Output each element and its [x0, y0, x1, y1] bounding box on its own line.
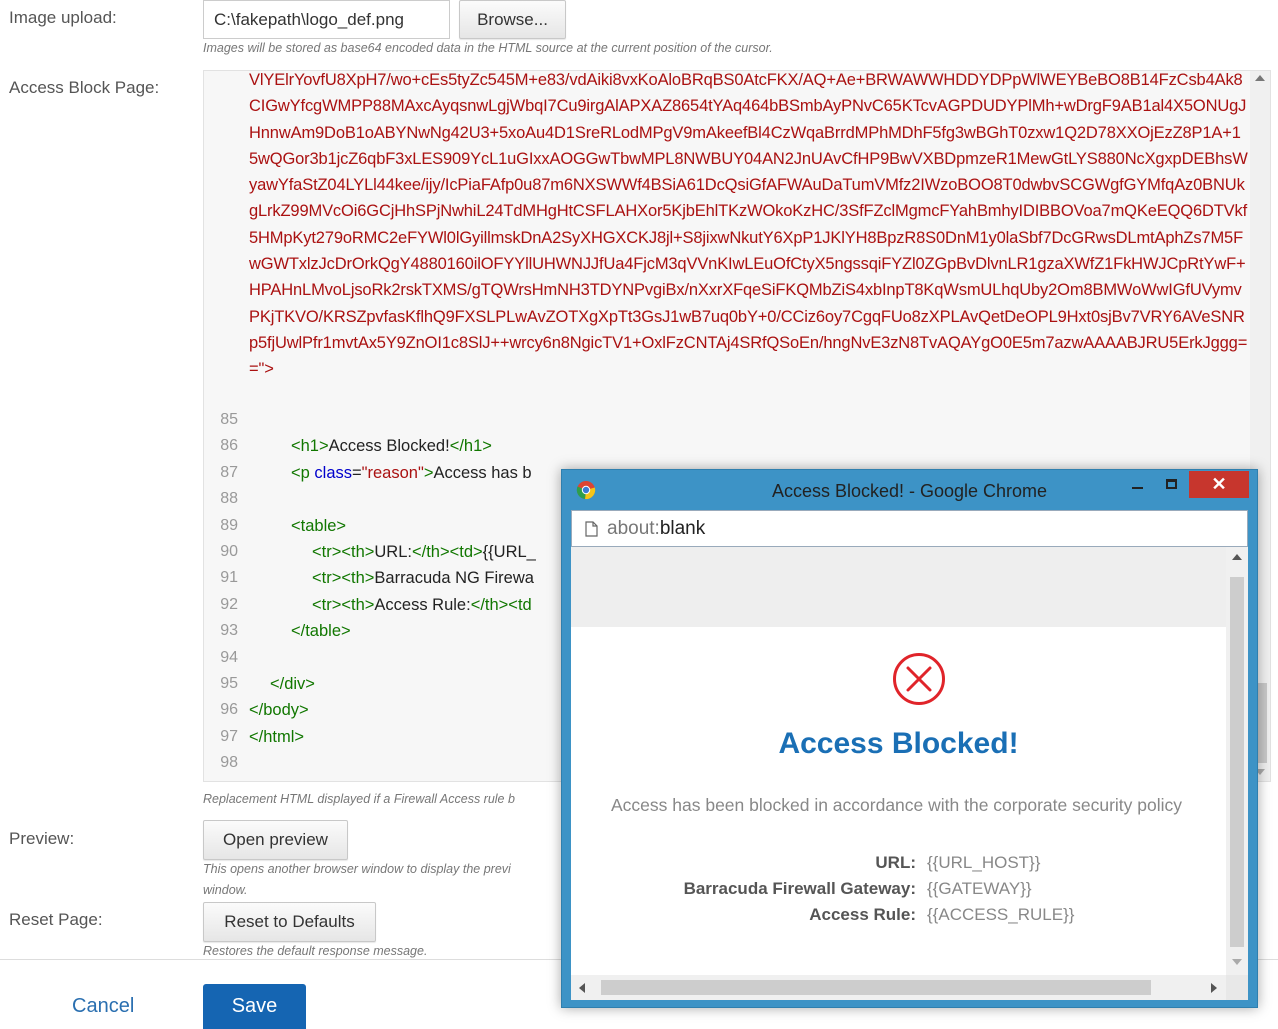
code-token: </th><td: [470, 596, 532, 614]
code-line-92: <tr><th>Access Rule:</th><td: [312, 596, 532, 615]
close-icon[interactable]: ✕: [1189, 471, 1249, 498]
chrome-preview-window[interactable]: Access Blocked! - Google Chrome ✕ about:…: [561, 469, 1258, 1008]
code-line-95: </div>: [270, 675, 315, 693]
code-token: class: [314, 464, 352, 482]
code-line-86: <h1>Access Blocked!</h1>: [291, 437, 492, 456]
line-number: 91: [220, 569, 238, 586]
line-number: 97: [220, 728, 238, 745]
row-value-url: {{URL_HOST}}: [927, 853, 1041, 872]
reset-defaults-button[interactable]: Reset to Defaults: [203, 902, 376, 942]
preview-vertical-scrollbar[interactable]: [1226, 547, 1248, 975]
reset-help: Restores the default response message.: [203, 944, 428, 958]
preview-help-line1: This opens another browser window to dis…: [203, 862, 511, 876]
open-preview-button[interactable]: Open preview: [203, 820, 348, 860]
scroll-down-icon[interactable]: [1232, 959, 1242, 965]
code-token: {{URL_: [482, 543, 536, 561]
code-token: </h1>: [449, 437, 492, 455]
preview-page: Access Blocked! Access has been blocked …: [571, 547, 1248, 1000]
scroll-left-icon[interactable]: [579, 983, 585, 993]
code-token: =: [352, 464, 362, 482]
cancel-link[interactable]: Cancel: [72, 995, 134, 1018]
preview-help-line2: window.: [203, 883, 248, 897]
preview-hscroll-thumb[interactable]: [601, 980, 1151, 995]
code-line-89: <table>: [291, 517, 347, 535]
code-token: "reason": [361, 464, 424, 482]
code-line-97: </html>: [249, 728, 305, 746]
line-number: 90: [220, 543, 238, 560]
window-titlebar[interactable]: Access Blocked! - Google Chrome ✕: [562, 470, 1257, 510]
line-number-gutter: 85 86 87 88 89 90 91 92 93 94 95 96 97 9…: [204, 71, 243, 781]
row-value-gateway: {{GATEWAY}}: [927, 879, 1032, 898]
preview-vscroll-thumb[interactable]: [1230, 577, 1244, 947]
maximize-icon[interactable]: [1166, 479, 1177, 489]
code-token: <tr><th>: [312, 596, 375, 614]
code-token: Access Blocked!: [328, 437, 450, 455]
code-token: <tr><th>: [312, 569, 375, 587]
code-token: Access Rule:: [374, 596, 471, 614]
preview-header-band: [571, 547, 1226, 627]
code-token: </th><td>: [411, 543, 483, 561]
file-path-field[interactable]: C:\fakepath\logo_def.png: [203, 0, 450, 39]
preview-label: Preview:: [9, 829, 75, 848]
line-number: 92: [220, 596, 238, 613]
address-text: about:blank: [607, 518, 705, 540]
access-block-label: Access Block Page:: [9, 78, 160, 97]
scroll-right-icon[interactable]: [1211, 983, 1217, 993]
scrollbar-corner: [1226, 975, 1248, 1000]
line-number: 89: [220, 517, 238, 534]
access-block-help: Replacement HTML displayed if a Firewall…: [203, 792, 515, 806]
code-line-96: </body>: [249, 701, 309, 719]
row-label-url: URL:: [875, 853, 916, 872]
code-token: <p: [291, 464, 315, 482]
error-x-icon: [893, 653, 945, 705]
row-label-access-rule: Access Rule:: [809, 905, 916, 924]
row-value-access-rule: {{ACCESS_RULE}}: [927, 905, 1075, 924]
line-number: 85: [220, 411, 238, 428]
line-number: 86: [220, 437, 238, 454]
address-bar[interactable]: about:blank: [571, 510, 1248, 547]
line-number: 95: [220, 675, 238, 692]
line-number: 98: [220, 754, 238, 771]
scroll-up-icon[interactable]: [1232, 554, 1242, 560]
line-number: 88: [220, 490, 238, 507]
code-line-87: <p class="reason">Access has b: [291, 464, 532, 483]
line-number: 94: [220, 649, 238, 666]
base64-image-data: VlYElrYovfU8XpH7/wo+cEs5tyZc545M+e83/vdA…: [249, 71, 1248, 379]
line-number: 96: [220, 701, 238, 718]
save-button[interactable]: Save: [203, 984, 306, 1029]
code-token: Access has b: [433, 464, 532, 482]
code-token: URL:: [374, 543, 412, 561]
url-scheme: about:: [607, 518, 660, 539]
line-number: 87: [220, 464, 238, 481]
code-token: <h1>: [291, 437, 329, 455]
image-upload-label: Image upload:: [9, 8, 117, 27]
blocked-heading: Access Blocked!: [778, 727, 1019, 760]
reset-page-label: Reset Page:: [9, 910, 103, 929]
row-label-gateway: Barracuda Firewall Gateway:: [683, 879, 916, 898]
minimize-icon[interactable]: [1132, 487, 1143, 489]
image-upload-help: Images will be stored as base64 encoded …: [203, 41, 773, 55]
url-path: blank: [659, 518, 706, 539]
window-title: Access Blocked! - Google Chrome: [771, 481, 1048, 501]
browse-button[interactable]: Browse...: [459, 0, 566, 39]
line-number: 93: [220, 622, 238, 639]
code-token: >: [423, 464, 434, 482]
scroll-up-icon[interactable]: [1255, 75, 1265, 81]
code-line-90: <tr><th>URL:</th><td>{{URL_: [312, 543, 536, 562]
code-line-91: <tr><th>Barracuda NG Firewa: [312, 569, 534, 588]
code-line-93: </table>: [291, 622, 351, 640]
code-token: <tr><th>: [312, 543, 375, 561]
block-reason: Access has been blocked in accordance wi…: [611, 795, 1182, 815]
page-icon: [585, 521, 598, 537]
preview-horizontal-scrollbar[interactable]: [571, 975, 1226, 1000]
code-token: Barracuda NG Firewa: [374, 569, 534, 587]
